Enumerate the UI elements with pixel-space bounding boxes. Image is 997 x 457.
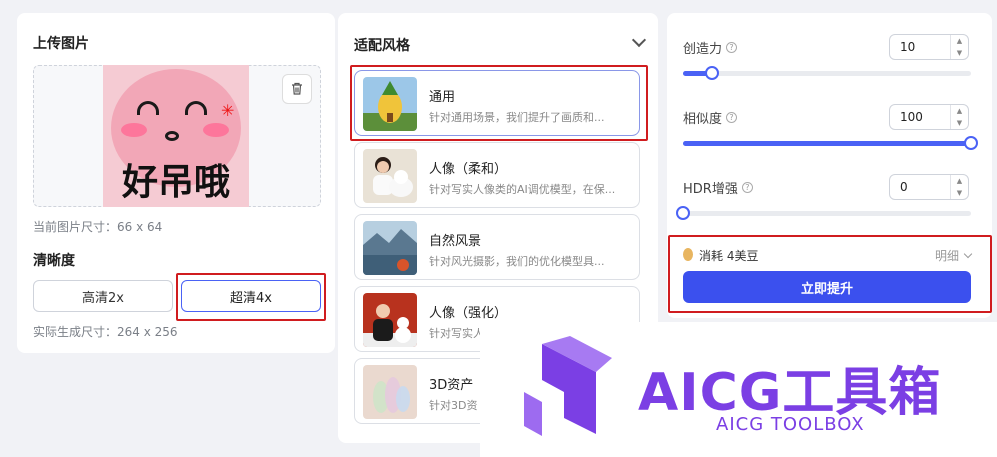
slider-fill	[683, 141, 971, 146]
upload-title: 上传图片	[33, 36, 89, 52]
hdr-slider[interactable]	[676, 206, 971, 220]
param-label-hdr: HDR增强 ?	[683, 178, 753, 197]
style-title: 适配风格	[354, 38, 410, 54]
trash-icon	[292, 82, 302, 95]
style-name: 通用	[429, 90, 456, 105]
chevron-down-icon	[963, 249, 973, 259]
style-card-portrait-soft[interactable]: 人像（柔和） 针对写实人像类的AI调优模型，在保...	[354, 142, 640, 208]
help-icon[interactable]: ?	[726, 112, 738, 123]
style-name: 人像（柔和）	[429, 162, 508, 177]
param-label-text: HDR增强	[683, 182, 738, 197]
detail-label: 明细	[934, 249, 959, 263]
stepper-value: 10	[900, 40, 916, 54]
param-label-text: 创造力	[683, 42, 723, 57]
option-2x-button[interactable]: 高清2x	[33, 280, 173, 312]
param-label-similarity: 相似度 ?	[683, 108, 738, 127]
cost-detail-toggle[interactable]: 明细	[934, 247, 973, 264]
style-card-general[interactable]: 通用 针对通用场景，我们提升了画质和...	[354, 70, 640, 136]
style-desc: 针对风光摄影，我们的优化模型具...	[429, 255, 605, 268]
aicg-logo-icon	[524, 336, 612, 436]
help-icon[interactable]: ?	[726, 42, 738, 53]
style-name: 人像（强化）	[429, 306, 508, 321]
bean-icon	[683, 248, 693, 261]
param-label-creativity: 创造力 ?	[683, 38, 738, 57]
hdr-stepper[interactable]: 0 ▲ ▼	[889, 174, 969, 200]
style-name: 自然风景	[429, 234, 482, 249]
style-desc: 针对通用场景，我们提升了画质和...	[429, 111, 605, 124]
params-panel: 创造力 ? 10 ▲ ▼ 相似度 ? 100 ▲ ▼ HDR增强 ? 0 ▲ ▼ 消耗…	[667, 13, 992, 318]
style-thumb-portrait-soft	[363, 149, 417, 203]
clarity-title: 清晰度	[33, 253, 75, 269]
delete-image-button[interactable]	[282, 74, 312, 104]
uploaded-image-preview: ✳ 好吊哦	[103, 65, 249, 207]
chevron-down-icon[interactable]: ▼	[957, 119, 962, 127]
creativity-stepper[interactable]: 10 ▲ ▼	[889, 34, 969, 60]
chevron-down-icon[interactable]: ▼	[957, 189, 962, 197]
upload-panel: 上传图片 ✳ 好吊哦 当前图片尺寸：66 x 64 清晰度 高清2x 超清4x …	[17, 13, 335, 353]
slider-handle[interactable]	[704, 66, 719, 80]
slider-handle[interactable]	[676, 206, 690, 220]
slider-handle[interactable]	[964, 136, 978, 150]
chevron-down-icon[interactable]: ▼	[957, 49, 962, 57]
style-thumb-portrait-strong	[363, 293, 417, 347]
chevron-up-icon[interactable]: ▲	[957, 37, 962, 45]
image-dropzone[interactable]: ✳ 好吊哦	[33, 65, 321, 207]
output-size: 实际生成尺寸：264 x 256	[33, 325, 178, 339]
creativity-slider[interactable]	[683, 66, 971, 80]
style-desc: 针对写实人像类的AI调优模型，在保...	[429, 183, 616, 196]
param-label-text: 相似度	[683, 112, 723, 127]
style-card-landscape[interactable]: 自然风景 针对风光摄影，我们的优化模型具...	[354, 214, 640, 280]
chevron-up-icon[interactable]: ▲	[957, 107, 962, 115]
submit-button[interactable]: 立即提升	[683, 271, 971, 303]
style-thumb-general	[363, 77, 417, 131]
style-thumb-landscape	[363, 221, 417, 275]
watermark: AICG工具箱 AICG TOOLBOX	[480, 322, 997, 457]
style-thumb-3d	[363, 365, 417, 419]
stepper-value: 100	[900, 110, 923, 124]
similarity-slider[interactable]	[683, 136, 978, 150]
watermark-subtitle: AICG TOOLBOX	[716, 414, 865, 435]
stepper-value: 0	[900, 180, 908, 194]
cost-row: 消耗 4美豆 明细	[683, 245, 973, 265]
image-caption-text: 好吊哦	[121, 162, 230, 203]
style-name: 3D资产	[429, 378, 474, 393]
option-4x-button[interactable]: 超清4x	[181, 280, 321, 312]
help-icon[interactable]: ?	[741, 182, 753, 193]
chevron-up-icon[interactable]: ▲	[957, 177, 962, 185]
chevron-down-icon[interactable]	[631, 32, 647, 48]
similarity-stepper[interactable]: 100 ▲ ▼	[889, 104, 969, 130]
current-image-size: 当前图片尺寸：66 x 64	[33, 220, 163, 234]
cost-text: 消耗 4美豆	[699, 249, 759, 263]
